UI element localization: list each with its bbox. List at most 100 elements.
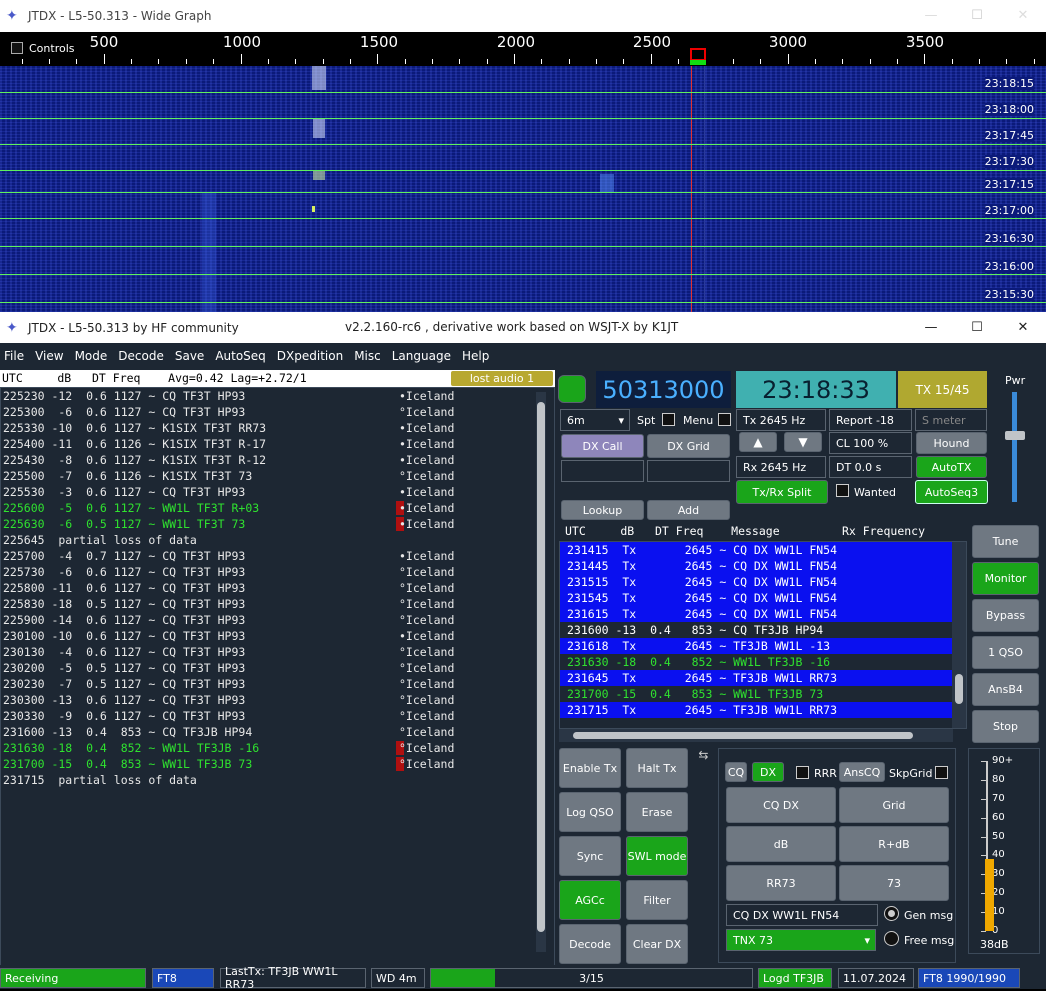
menu-misc[interactable]: Misc (354, 349, 381, 363)
add-button[interactable]: Add (647, 500, 730, 520)
clear-dx-button[interactable]: Clear DX (626, 924, 688, 964)
decode-row[interactable]: 231600 -13 0.4 853 ~ CQ TF3JB HP94 °Icela… (1, 724, 554, 740)
power-slider-track[interactable] (1012, 392, 1017, 502)
decode-row[interactable]: 225645 partial loss of data (1, 532, 554, 548)
monitor-button[interactable]: Monitor (972, 562, 1039, 595)
wanted-checkbox[interactable] (836, 484, 849, 497)
menu-dxpedition[interactable]: DXpedition (277, 349, 343, 363)
tune-button[interactable]: Tune (972, 525, 1039, 558)
rx-row[interactable]: 231600 -13 0.4 853 ~ CQ TF3JB HP94 (560, 622, 966, 638)
ansb4-button[interactable]: AnsB4 (972, 673, 1039, 706)
power-slider-handle[interactable] (1005, 431, 1025, 440)
hound-button[interactable]: Hound (916, 432, 987, 454)
band-activity-scrollbar[interactable] (536, 392, 546, 952)
rx-row[interactable]: 231715 Tx 2645 ~ TF3JB WW1L RR73 (560, 702, 966, 718)
rx-row[interactable]: 231618 Tx 2645 ~ TF3JB WW1L -13 (560, 638, 966, 654)
one-qso-button[interactable]: 1 QSO (972, 636, 1039, 669)
menu-help[interactable]: Help (462, 349, 489, 363)
swap-arrows-icon[interactable]: ⇵ (696, 750, 710, 760)
decode-row[interactable]: 225500 -7 0.6 1126 ~ K1SIX TF3T 73 °Icela… (1, 468, 554, 484)
minimize-icon[interactable]: — (908, 312, 954, 343)
msg-rr73-button[interactable]: RR73 (726, 865, 836, 901)
rx-row[interactable]: 231415 Tx 2645 ~ CQ DX WW1L FN54 (560, 542, 966, 558)
decode-row[interactable]: 230130 -4 0.6 1127 ~ CQ TF3T HP93 °Icelan… (1, 644, 554, 660)
rx-row[interactable]: 231645 Tx 2645 ~ TF3JB WW1L RR73 (560, 670, 966, 686)
msg-grid-button[interactable]: Grid (839, 787, 949, 823)
decode-row[interactable]: 225330 -10 0.6 1127 ~ K1SIX TF3T RR73 •Ic… (1, 420, 554, 436)
controls-checkbox[interactable] (11, 42, 23, 54)
tx-frequency-spinbox[interactable]: Tx 2645 Hz (736, 409, 826, 431)
tx-rx-split-button[interactable]: Tx/Rx Split (736, 480, 828, 504)
skpgrid-checkbox[interactable] (935, 766, 948, 779)
dx-call-input[interactable] (561, 460, 644, 482)
autotx-button[interactable]: AutoTX (916, 456, 987, 478)
decode-row[interactable]: 225230 -12 0.6 1127 ~ CQ TF3T HP93 •Icela… (1, 388, 554, 404)
maximize-icon[interactable]: ☐ (954, 0, 1000, 32)
waterfall[interactable]: 23:18:15 23:18:00 23:17:45 23:17:30 23:1… (0, 66, 1046, 312)
rx-frequency-list[interactable]: 231415 Tx 2645 ~ CQ DX WW1L FN54 231445 T… (559, 541, 967, 729)
tx-phase-badge[interactable]: TX 15/45 (898, 371, 987, 408)
rx-row[interactable]: 231445 Tx 2645 ~ CQ DX WW1L FN54 (560, 558, 966, 574)
rx-row[interactable]: 231545 Tx 2645 ~ CQ DX WW1L FN54 (560, 590, 966, 606)
dx-call-button[interactable]: DX Call (561, 434, 644, 458)
msg-db-button[interactable]: dB (726, 826, 836, 862)
dx-grid-button[interactable]: DX Grid (647, 434, 730, 458)
freq-down-button[interactable]: ▼ (784, 432, 822, 452)
maximize-icon[interactable]: ☐ (954, 312, 1000, 343)
free-msg-radio[interactable] (884, 931, 899, 946)
decode-row[interactable]: 230200 -5 0.5 1127 ~ CQ TF3T HP93 °Icelan… (1, 660, 554, 676)
rx-row[interactable]: 231615 Tx 2645 ~ CQ DX WW1L FN54 (560, 606, 966, 622)
dt-spinbox[interactable]: DT 0.0 s (829, 456, 912, 478)
filter-button[interactable]: Filter (626, 880, 688, 920)
minimize-icon[interactable]: — (908, 0, 954, 32)
rx-row[interactable]: 231630 -18 0.4 852 ~ WW1L TF3JB -16 (560, 654, 966, 670)
decode-button[interactable]: Decode (559, 924, 621, 964)
decode-row[interactable]: 230100 -10 0.6 1127 ~ CQ TF3T HP93 •Icela… (1, 628, 554, 644)
decode-row[interactable]: 230230 -7 0.5 1127 ~ CQ TF3T HP93 °Icelan… (1, 676, 554, 692)
menu-save[interactable]: Save (175, 349, 204, 363)
decode-row[interactable]: 231630 -18 0.4 852 ~ WW1L TF3JB -16 °Icel… (1, 740, 554, 756)
band-activity-list[interactable]: 225230 -12 0.6 1127 ~ CQ TF3T HP93 •Icela… (0, 387, 555, 975)
spot-checkbox[interactable] (662, 413, 675, 426)
menu-decode[interactable]: Decode (118, 349, 164, 363)
menu-view[interactable]: View (35, 349, 63, 363)
decode-row[interactable]: 225830 -18 0.5 1127 ~ CQ TF3T HP93 °Icela… (1, 596, 554, 612)
erase-button[interactable]: Erase (626, 792, 688, 832)
msg-cq-dx-button[interactable]: CQ DX (726, 787, 836, 823)
msg-rdb-button[interactable]: R+dB (839, 826, 949, 862)
decode-row[interactable]: 231700 -15 0.4 853 ~ WW1L TF3JB 73 °Icela… (1, 756, 554, 772)
swl-mode-button[interactable]: SWL mode (626, 836, 688, 876)
decode-row[interactable]: 231715 partial loss of data (1, 772, 554, 788)
msg-73-button[interactable]: 73 (839, 865, 949, 901)
sync-button[interactable]: Sync (559, 836, 621, 876)
rx-row[interactable]: 231515 Tx 2645 ~ CQ DX WW1L FN54 (560, 574, 966, 590)
decode-row[interactable]: 225630 -6 0.5 1127 ~ WW1L TF3T 73 •Icelan… (1, 516, 554, 532)
stop-button[interactable]: Stop (972, 710, 1039, 743)
frequency-scale[interactable]: Controls 500 1000 1500 2000 2500 3000 35… (0, 32, 1046, 66)
rx-row[interactable]: 231700 -15 0.4 853 ~ WW1L TF3JB 73 (560, 686, 966, 702)
halt-tx-button[interactable]: Halt Tx (626, 748, 688, 788)
decode-row[interactable]: 225530 -3 0.6 1127 ~ CQ TF3T HP93 •Icelan… (1, 484, 554, 500)
wide-graph-titlebar[interactable]: ✦ JTDX - L5-50.313 - Wide Graph (0, 0, 1046, 32)
band-select[interactable]: 6m ▾ (560, 409, 630, 431)
anscq-button[interactable]: AnsCQ (839, 762, 885, 782)
decode-row[interactable]: 230330 -9 0.6 1127 ~ CQ TF3T HP93 °Icelan… (1, 708, 554, 724)
rx-frequency-spinbox[interactable]: Rx 2645 Hz (736, 456, 826, 478)
decode-row[interactable]: 225430 -8 0.6 1127 ~ K1SIX TF3T R-12 •Ice… (1, 452, 554, 468)
decode-row[interactable]: 225300 -6 0.6 1127 ~ CQ TF3T HP93 °Icelan… (1, 404, 554, 420)
decode-row[interactable]: 225730 -6 0.6 1127 ~ CQ TF3T HP93 °Icelan… (1, 564, 554, 580)
lookup-button[interactable]: Lookup (561, 500, 644, 520)
report-spinbox[interactable]: Report -18 (829, 409, 912, 431)
cq-button[interactable]: CQ (725, 762, 747, 782)
decode-row[interactable]: 225900 -14 0.6 1127 ~ CQ TF3T HP93 °Icela… (1, 612, 554, 628)
agcc-button[interactable]: AGCc (559, 880, 621, 920)
menu-mode[interactable]: Mode (75, 349, 108, 363)
decode-row[interactable]: 225400 -11 0.6 1126 ~ K1SIX TF3T R-17 •Ic… (1, 436, 554, 452)
log-qso-button[interactable]: Log QSO (559, 792, 621, 832)
cl-spinbox[interactable]: CL 100 % (829, 432, 912, 454)
rx-frequency-marker[interactable] (690, 60, 706, 65)
menu-language[interactable]: Language (392, 349, 451, 363)
decode-row[interactable]: 225600 -5 0.6 1127 ~ WW1L TF3T R+03 •Icel… (1, 500, 554, 516)
rrr-checkbox[interactable] (796, 766, 809, 779)
decode-row[interactable]: 225800 -11 0.6 1127 ~ CQ TF3T HP93 °Icela… (1, 580, 554, 596)
